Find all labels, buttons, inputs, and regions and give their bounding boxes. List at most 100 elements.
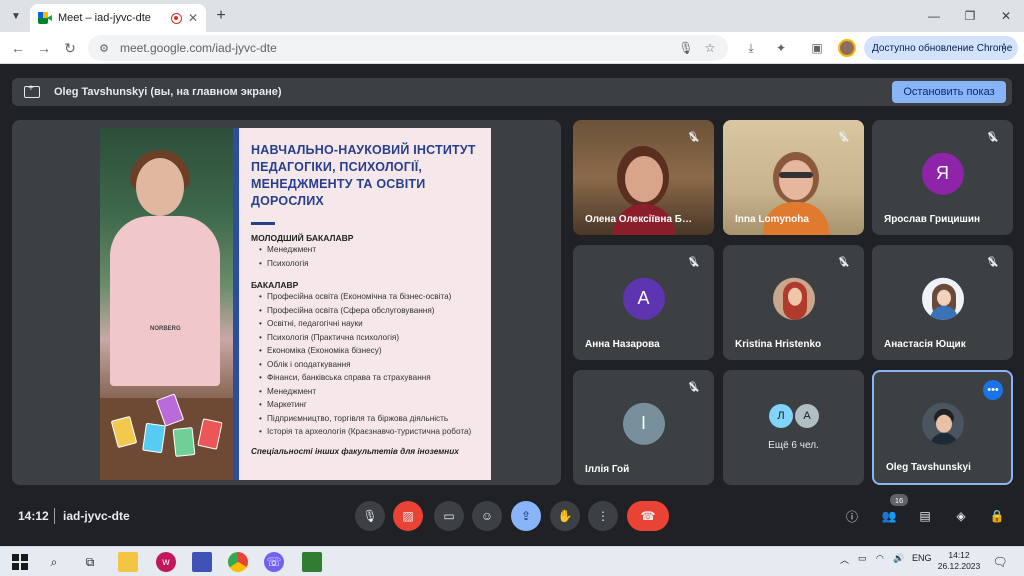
participant-tile[interactable]: 🎙 Inna Lomynoha [723, 120, 864, 235]
avatar [921, 402, 964, 445]
mic-off-icon: 🎙 [686, 381, 700, 393]
wifi-icon[interactable]: ◠ [876, 553, 884, 564]
tab-meet[interactable]: Meet – iad-jyvc-dte ✕ [30, 4, 206, 32]
chrome-update-button[interactable]: Доступно обновление Chrome ⋮ [864, 36, 1018, 60]
participant-tile[interactable]: 🎙 І Іллія Гой [573, 370, 714, 485]
self-participant-tile[interactable]: ••• Oleg Tavshunskyi [872, 370, 1013, 485]
mic-off-icon: 🎙 [836, 131, 850, 143]
slide-section1-head: МОЛОДШИЙ БАКАЛАВР [251, 233, 354, 243]
raise-hand-button[interactable]: ✋ [550, 501, 580, 531]
media-app-icon[interactable] [302, 552, 322, 572]
tray-expand-icon[interactable]: ︿ [840, 553, 849, 566]
forward-icon[interactable]: → [34, 38, 54, 58]
notifications-icon[interactable]: 🗨 [990, 552, 1010, 572]
profile-avatar[interactable] [838, 39, 856, 57]
more-options-button[interactable]: ••• [983, 380, 1003, 400]
participant-name: Анна Назарова [585, 339, 660, 350]
battery-icon[interactable]: ▭ [858, 553, 867, 564]
activities-icon[interactable]: ◈ [951, 506, 971, 526]
recording-icon [170, 12, 182, 24]
viber-icon[interactable]: ☏ [264, 552, 284, 572]
microphone-button[interactable]: 🎙 [355, 501, 385, 531]
list-item: Менеджмент [259, 385, 486, 399]
host-controls-icon[interactable]: 🔒 [987, 506, 1007, 526]
participant-name: Oleg Tavshunskyi [886, 462, 971, 473]
tab-search-icon[interactable]: ▼ [6, 6, 26, 26]
microphone-icon[interactable]: 🎙 [676, 41, 696, 55]
present-screen-button[interactable]: ⇪ [511, 501, 541, 531]
meeting-time: 14:12 [18, 509, 49, 523]
presenter-text: Oleg Tavshunskyi (вы, на главном экране) [54, 86, 282, 98]
task-view-icon[interactable]: ⧉ [80, 552, 100, 572]
participant-tile[interactable]: 🎙 Я Ярослав Грицишин [872, 120, 1013, 235]
people-icon[interactable]: 👥 [879, 506, 899, 526]
participant-name: Олена Олексіївна Б… [585, 214, 692, 225]
list-item: Психологія (Практична психологія) [259, 331, 486, 345]
mic-off-icon: 🎙 [985, 131, 999, 143]
shirt-logo: NORBERG [150, 326, 181, 332]
slide-section2-head: БАКАЛАВР [251, 280, 299, 290]
participant-name: Іллія Гой [585, 464, 630, 475]
list-item: Облік і оподаткування [259, 358, 486, 372]
address-bar[interactable]: ⚙ meet.google.com/iad-jyvc-dte 🎙 ☆ [88, 35, 728, 61]
language-indicator[interactable]: ENG [912, 553, 932, 563]
clock-date: 26.12.2023 [937, 561, 981, 571]
meeting-code: iad-jyvc-dte [63, 509, 130, 523]
tab-close-icon[interactable]: ✕ [188, 11, 198, 25]
file-explorer-icon[interactable] [118, 552, 138, 572]
participant-tile[interactable]: 🎙 А Анна Назарова [573, 245, 714, 360]
minimize-icon[interactable]: — [916, 0, 952, 32]
presentation-banner: Oleg Tavshunskyi (вы, на главном экране)… [12, 78, 1012, 106]
camera-off-button[interactable]: ▨ [393, 501, 423, 531]
site-settings-icon[interactable]: ⚙ [96, 40, 112, 56]
participant-tile[interactable]: 🎙 Анастасія Ющик [872, 245, 1013, 360]
participant-name: Kristina Hristenko [735, 339, 822, 350]
start-button[interactable] [10, 552, 30, 572]
mic-off-icon: 🎙 [985, 256, 999, 268]
participant-tile[interactable]: 🎙 Kristina Hristenko [723, 245, 864, 360]
mic-off-icon: 🎙 [686, 131, 700, 143]
list-item: Освітні, педагогічні науки [259, 317, 486, 331]
save-app-icon[interactable] [192, 552, 212, 572]
people-count-badge: 16 [890, 494, 908, 506]
present-icon: ⇪ [520, 509, 532, 523]
windows-logo-icon [12, 554, 28, 570]
reload-icon[interactable]: ↻ [60, 38, 80, 58]
camera-off-icon: ▨ [402, 509, 414, 523]
more-participants-tile[interactable]: Л А Ещё 6 чел. [723, 370, 864, 485]
search-icon[interactable]: ⌕ [44, 552, 64, 572]
side-panel-icon[interactable]: ▣ [808, 39, 826, 57]
more-options-button[interactable]: ⋮ [588, 501, 618, 531]
more-participants-label: Ещё 6 чел. [768, 440, 819, 451]
close-window-icon[interactable]: ✕ [988, 0, 1024, 32]
extensions-icon[interactable]: ✦ [772, 39, 790, 57]
reactions-button[interactable]: ☺ [472, 501, 502, 531]
participant-tile[interactable]: 🎙 Олена Олексіївна Б… [573, 120, 714, 235]
avatar: І [622, 402, 665, 445]
url-text: meet.google.com/iad-jyvc-dte [120, 41, 277, 55]
leave-call-button[interactable]: ☎ [627, 501, 669, 531]
bookmark-star-icon[interactable]: ☆ [700, 41, 720, 55]
chat-icon[interactable]: ▤ [915, 506, 935, 526]
windows-taskbar: ⌕ ⧉ w ☏ ︿ ▭ ◠ 🔊 ENG 14:12 26.12.2023 🗨 [0, 546, 1024, 576]
stop-presenting-button[interactable]: Остановить показ [892, 81, 1006, 103]
participant-name: Анастасія Ющик [884, 339, 966, 350]
browser-app-icon[interactable]: w [156, 552, 176, 572]
new-tab-button[interactable]: + [210, 5, 232, 27]
hand-icon: ✋ [557, 509, 573, 523]
system-clock[interactable]: 14:12 26.12.2023 [936, 550, 982, 572]
restore-icon[interactable]: ❐ [952, 0, 988, 32]
emoji-icon: ☺ [480, 509, 494, 523]
meeting-controls-bar: 14:12 iad-jyvc-dte 🎙 ▨ ▭ ☺ ⇪ ✋ ⋮ ☎ ⓘ 👥 1… [0, 492, 1024, 542]
tab-title: Meet – iad-jyvc-dte [58, 12, 151, 24]
volume-icon[interactable]: 🔊 [893, 553, 904, 564]
list-item: Професійна освіта (Економічна та бізнес-… [259, 290, 486, 304]
list-item: Психологія [259, 257, 486, 271]
slide-title: НАВЧАЛЬНО-НАУКОВИЙ ІНСТИТУТ ПЕДАГОГІКИ, … [251, 143, 476, 208]
captions-button[interactable]: ▭ [434, 501, 464, 531]
more-menu-icon: ⋮ [998, 41, 1010, 55]
info-icon[interactable]: ⓘ [842, 506, 862, 526]
download-icon[interactable]: ⤓ [742, 39, 760, 57]
chrome-taskbar-icon[interactable] [228, 552, 248, 572]
back-icon[interactable]: ← [8, 38, 28, 58]
